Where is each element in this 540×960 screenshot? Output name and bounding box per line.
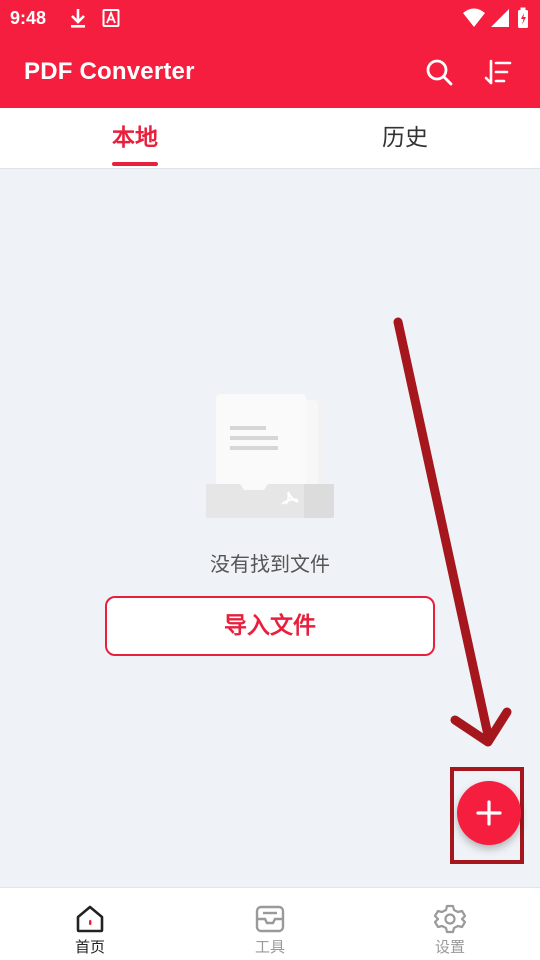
- import-file-button[interactable]: 导入文件: [105, 596, 435, 656]
- empty-folder-pdf-icon: [204, 392, 336, 524]
- plus-icon: [476, 800, 502, 826]
- nav-item-tools[interactable]: 工具: [180, 888, 360, 960]
- nav-label-settings: 设置: [434, 938, 465, 956]
- search-button[interactable]: [421, 54, 457, 90]
- home-icon: [76, 905, 104, 933]
- status-bar: 9:48: [0, 0, 540, 36]
- nav-item-settings[interactable]: 设置: [360, 888, 540, 960]
- signal-icon: [490, 6, 510, 34]
- toolbox-icon: [255, 905, 285, 933]
- status-time: 9:48: [10, 8, 47, 28]
- nav-label-home: 首页: [74, 938, 105, 956]
- tab-local-label: 本地: [112, 125, 158, 151]
- tab-history-label: 历史: [382, 125, 428, 151]
- empty-message: 没有找到文件: [210, 552, 330, 576]
- app-bar: PDF Converter: [0, 36, 540, 108]
- add-file-button[interactable]: [457, 781, 521, 845]
- nav-item-home[interactable]: 首页: [0, 888, 180, 960]
- tab-local[interactable]: 本地: [0, 108, 270, 168]
- battery-icon: [516, 6, 530, 34]
- sort-icon: [484, 59, 512, 85]
- tab-bar: 本地 历史: [0, 108, 540, 169]
- app-title: PDF Converter: [24, 58, 195, 85]
- bottom-nav: 首页 工具 设置: [0, 887, 540, 960]
- gear-icon: [434, 904, 466, 934]
- download-icon: [68, 6, 88, 34]
- wifi-icon: [462, 6, 486, 34]
- text-a-icon: [102, 6, 120, 34]
- tab-indicator: [112, 162, 158, 166]
- nav-label-tools: 工具: [254, 938, 285, 956]
- sort-button[interactable]: [480, 54, 516, 90]
- search-icon: [426, 59, 453, 86]
- tab-history[interactable]: 历史: [270, 108, 540, 168]
